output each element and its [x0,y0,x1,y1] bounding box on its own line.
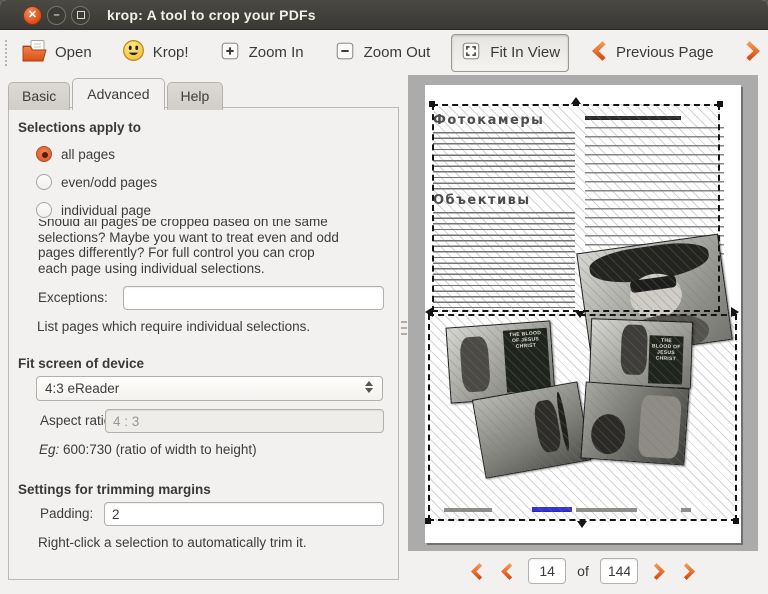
window-title: krop: A tool to crop your PDFs [107,7,316,23]
radio-all-pages[interactable]: all pages [36,145,115,163]
fit-screen-heading: Fit screen of device [18,356,144,371]
padding-label: Padding: [40,506,93,521]
tab-bar: Basic Advanced Help [8,78,225,110]
current-page-input[interactable] [528,558,566,584]
chevron-left-icon [590,40,608,66]
zoom-out-icon [334,40,356,66]
open-button[interactable]: Open [13,33,101,73]
exceptions-input[interactable] [123,286,384,310]
selection-handle[interactable] [575,311,585,318]
zoom-in-icon [219,40,241,66]
krop-button[interactable]: Krop! [113,33,198,72]
pdf-page: Фотокамеры Объективы THE BLOOD OF JESUS … [425,85,741,543]
selection-handle[interactable] [571,97,581,104]
selection-handle[interactable] [717,101,723,107]
pdf-preview-area[interactable]: Фотокамеры Объективы THE BLOOD OF JESUS … [408,75,758,551]
radio-off-icon [36,202,52,218]
zoom-in-label: Zoom In [249,44,304,61]
aspect-ratio-field [105,409,384,433]
selections-description: Should all pages be cropped based on the… [38,219,390,279]
selection-handle[interactable] [425,518,431,524]
selection-handle[interactable] [733,518,739,524]
maximize-button[interactable] [71,6,90,25]
toolbar-drag-handle[interactable] [5,40,7,66]
close-button[interactable]: ✕ [23,6,42,25]
zoom-out-button[interactable]: Zoom Out [325,34,440,72]
device-combobox-value: 4:3 eReader [45,381,119,396]
next-page-button[interactable]: Next Page [735,34,768,72]
tab-basic[interactable]: Basic [8,82,70,110]
smiley-icon [122,39,145,66]
previous-page-label: Previous Page [616,44,714,61]
fit-in-view-label: Fit In View [490,44,560,61]
radio-all-pages-label: all pages [61,147,115,162]
fit-in-view-button[interactable]: Fit In View [451,34,569,72]
selection-handle[interactable] [577,521,587,528]
aspect-ratio-label: Aspect ratio: [40,413,115,428]
eg-text: 600:730 (ratio of width to height) [59,442,256,457]
last-page-icon [680,562,699,581]
radio-individual-page[interactable]: individual page [36,201,151,219]
page-navigation: of [408,551,758,591]
chevron-right-icon [650,562,667,581]
padding-input[interactable] [104,502,384,526]
trim-hint: Right-click a selection to automatically… [38,535,307,550]
crop-selection-bottom[interactable] [428,314,737,521]
trim-heading: Settings for trimming margins [18,482,211,497]
selection-handle[interactable] [425,307,433,317]
advanced-tab-panel: Selections apply to all pages even/odd p… [8,107,399,580]
app-window: ✕ – krop: A tool to crop your PDFs Open [0,0,768,594]
last-page-button[interactable] [680,561,700,581]
previous-page-button[interactable]: Previous Page [581,34,723,72]
minimize-button[interactable]: – [47,6,66,25]
radio-even-odd-pages[interactable]: even/odd pages [36,173,157,191]
crop-selection-top[interactable] [432,104,720,312]
selections-heading: Selections apply to [18,120,141,135]
exceptions-label: Exceptions: [38,290,108,305]
toolbar: Open Krop! Z [0,30,768,75]
chevron-right-icon [744,40,762,66]
radio-on-icon [36,146,52,162]
total-pages-field[interactable] [600,558,638,584]
aspect-ratio-example: Eg: 600:730 (ratio of width to height) [39,442,257,457]
open-label: Open [55,44,92,61]
chevron-left-icon [499,562,516,581]
selection-handle[interactable] [731,307,739,317]
zoom-out-label: Zoom Out [364,44,431,61]
radio-even-odd-label: even/odd pages [61,175,157,190]
fit-in-view-icon [460,40,482,66]
zoom-in-button[interactable]: Zoom In [210,34,313,72]
splitter-handle[interactable] [401,321,407,337]
first-page-icon [467,562,486,581]
radio-off-icon [36,174,52,190]
exceptions-hint: List pages which require individual sele… [37,319,310,334]
tab-help[interactable]: Help [167,82,224,110]
next-page-nav-button[interactable] [649,561,669,581]
of-label: of [577,563,589,579]
radio-individual-label: individual page [61,203,151,218]
device-combobox[interactable]: 4:3 eReader [36,376,383,401]
tab-advanced[interactable]: Advanced [72,78,164,110]
titlebar: ✕ – krop: A tool to crop your PDFs [0,0,768,30]
spinner-arrows-icon [365,381,373,393]
folder-open-icon [22,39,47,67]
eg-prefix: Eg: [39,442,59,457]
selection-handle[interactable] [429,101,435,107]
krop-label: Krop! [153,44,189,61]
previous-page-nav-button[interactable] [497,561,517,581]
first-page-button[interactable] [466,561,486,581]
